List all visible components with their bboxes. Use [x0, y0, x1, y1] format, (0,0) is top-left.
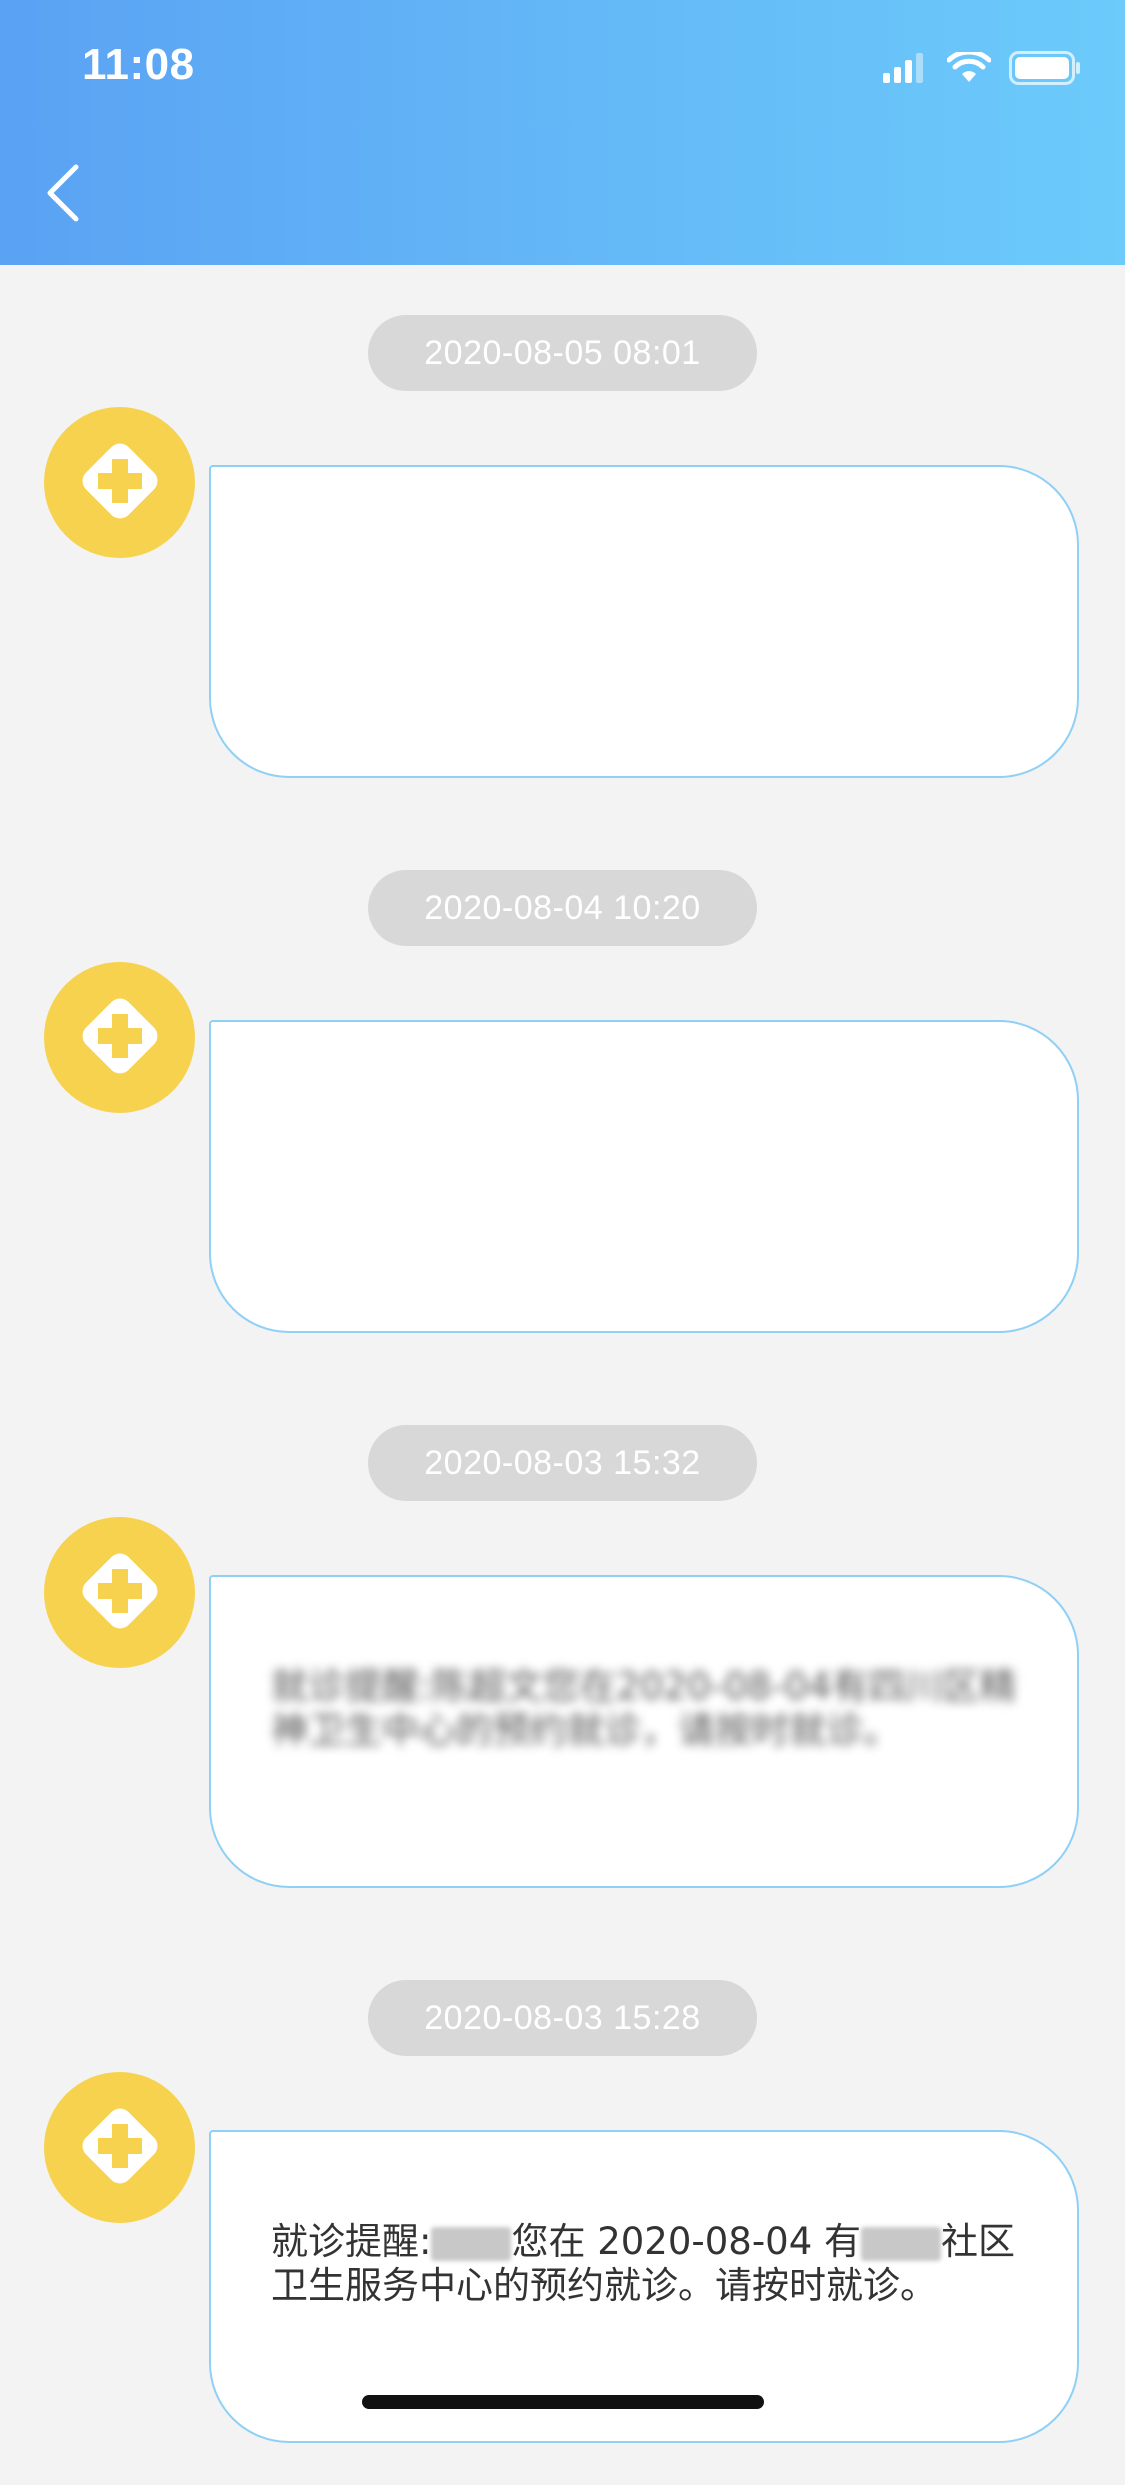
- medical-cross-icon: [81, 442, 159, 524]
- header-bar: 11:08: [0, 0, 1125, 265]
- timestamp-pill: 2020-08-05 08:01: [368, 315, 757, 391]
- status-icons: [883, 48, 1081, 92]
- battery-icon: [1009, 51, 1081, 89]
- medical-cross-icon: [81, 997, 159, 1079]
- medical-cross-icon: [81, 2107, 159, 2189]
- wifi-icon: [946, 49, 992, 88]
- redacted-place: [861, 2226, 942, 2261]
- medical-cross-icon: [81, 1552, 159, 1634]
- timestamp-pill: 2020-08-03 15:28: [368, 1980, 757, 2056]
- message-text: 就诊提醒:陈超文您在2020-08-04有四川区精神卫生中心的预约就诊，请按时就…: [271, 1665, 1017, 1752]
- back-button[interactable]: [38, 160, 88, 230]
- chevron-left-icon: [46, 164, 80, 226]
- avatar[interactable]: [44, 1517, 195, 1668]
- message-bubble[interactable]: [209, 465, 1079, 778]
- message-text-middle: 您在 2020-08-04 有: [511, 2220, 862, 2263]
- message-text-prefix: 就诊提醒:: [271, 2220, 432, 2263]
- redacted-name: [431, 2226, 512, 2261]
- home-indicator[interactable]: [362, 2395, 764, 2409]
- message-item: 2020-08-03 15:32 就诊提醒:陈超文您在2020-08-04有四川…: [0, 1375, 1125, 1930]
- message-text: 就诊提醒: 您在 2020-08-04 有社区卫生服务中心的预约就诊。请按时就诊。: [271, 2220, 1017, 2308]
- timestamp-pill: 2020-08-03 15:32: [368, 1425, 757, 1501]
- status-time: 11:08: [82, 40, 195, 89]
- message-item: 2020-08-05 08:01: [0, 265, 1125, 820]
- timestamp-pill: 2020-08-04 10:20: [368, 870, 757, 946]
- avatar[interactable]: [44, 2072, 195, 2223]
- signal-icon: [883, 53, 929, 87]
- avatar[interactable]: [44, 962, 195, 1113]
- message-bubble[interactable]: [209, 1020, 1079, 1333]
- avatar[interactable]: [44, 407, 195, 558]
- message-bubble[interactable]: 就诊提醒:陈超文您在2020-08-04有四川区精神卫生中心的预约就诊，请按时就…: [209, 1575, 1079, 1888]
- message-item: 2020-08-04 10:20: [0, 820, 1125, 1375]
